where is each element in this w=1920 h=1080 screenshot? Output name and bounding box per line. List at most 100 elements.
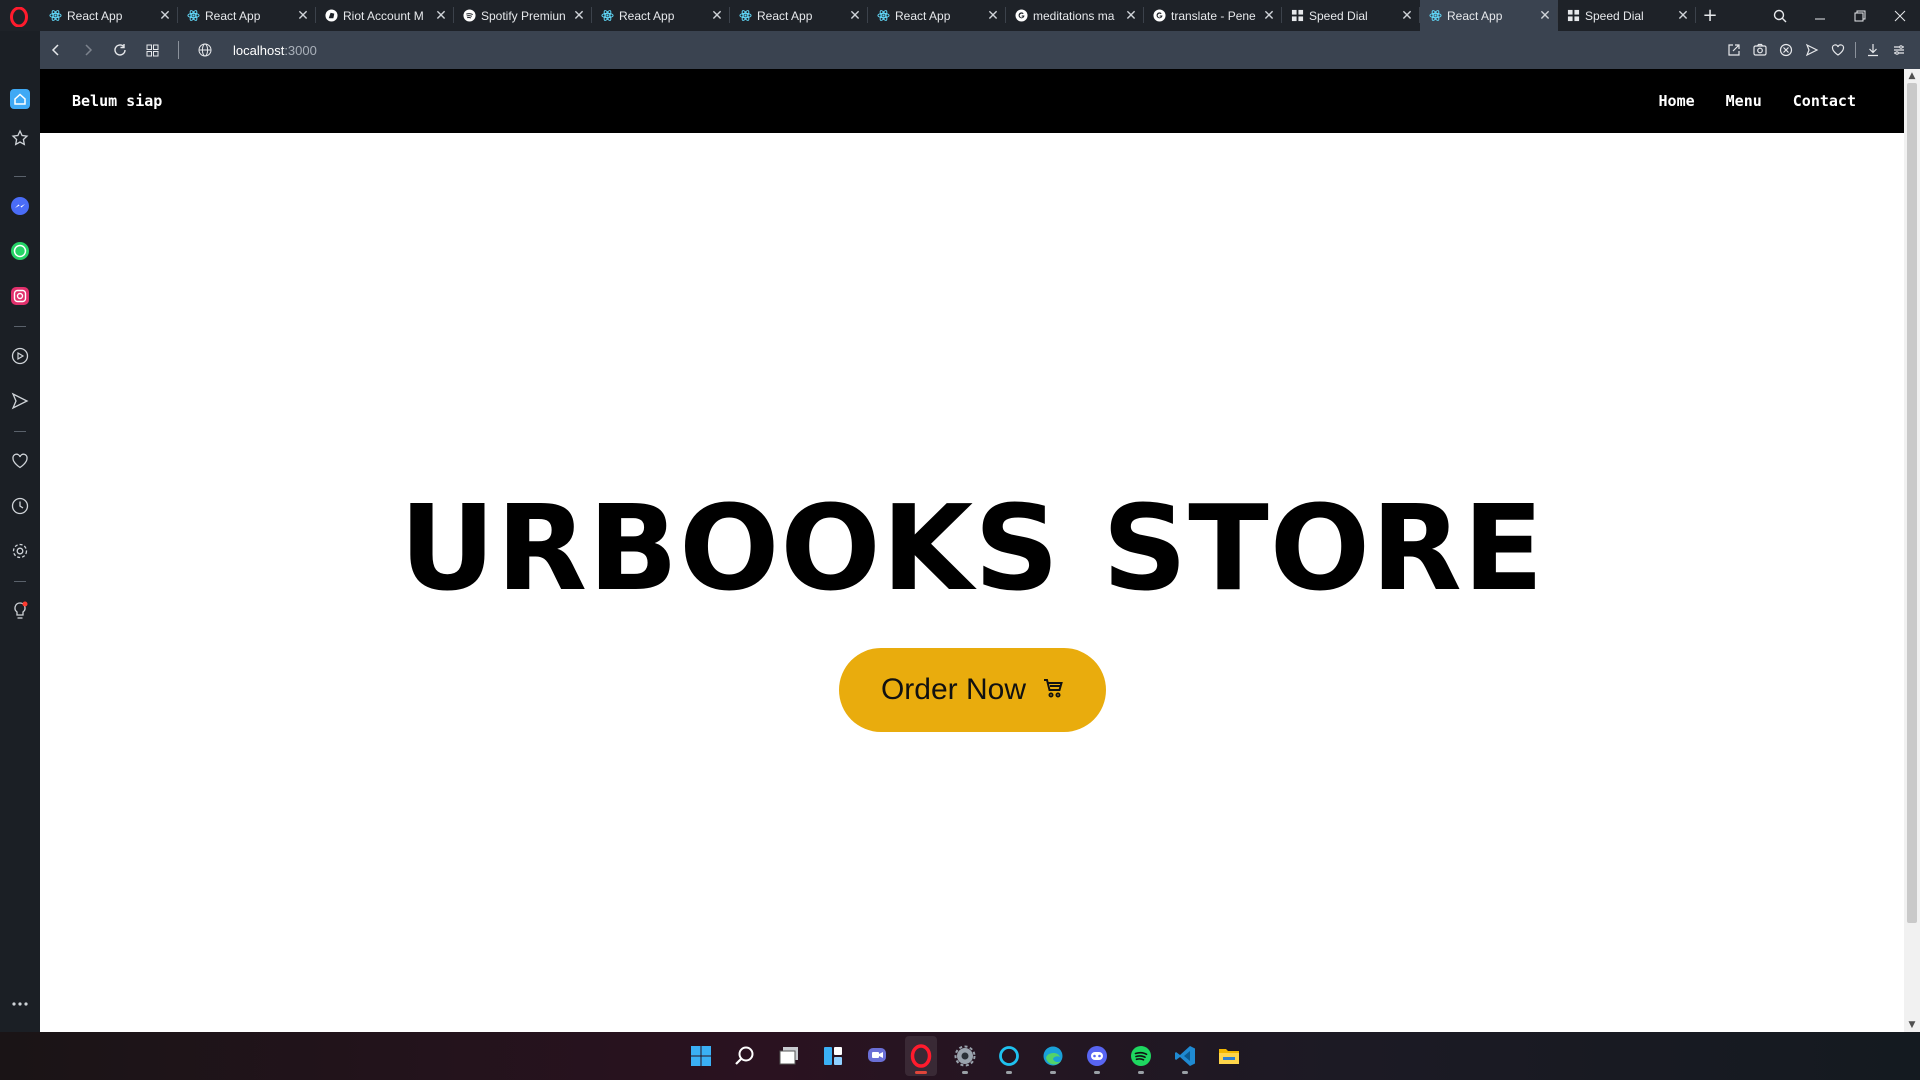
minimize-icon[interactable] bbox=[1800, 0, 1840, 31]
reload-icon[interactable] bbox=[104, 31, 136, 69]
back-icon[interactable] bbox=[40, 31, 72, 69]
easy-setup-icon[interactable] bbox=[1886, 31, 1912, 69]
browser-tab[interactable]: Spotify Premiun ✕ bbox=[454, 0, 592, 31]
nav-link-home[interactable]: Home bbox=[1659, 92, 1695, 110]
close-tab-icon[interactable]: ✕ bbox=[1676, 7, 1690, 24]
page-scrollbar[interactable]: ▲ ▼ bbox=[1904, 69, 1920, 1032]
tips-icon[interactable] bbox=[8, 599, 32, 623]
windows-taskbar bbox=[0, 1032, 1920, 1080]
forward-icon[interactable] bbox=[72, 31, 104, 69]
running-indicator bbox=[1050, 1071, 1056, 1074]
restore-icon[interactable] bbox=[1840, 0, 1880, 31]
close-tab-icon[interactable]: ✕ bbox=[1262, 7, 1276, 24]
running-indicator bbox=[1094, 1071, 1100, 1074]
widgets-icon[interactable] bbox=[817, 1036, 849, 1076]
tab-list: React App ✕ React App ✕ Riot Account M ✕ Spoti… bbox=[40, 0, 1724, 31]
browser-tab[interactable]: Riot Account M ✕ bbox=[316, 0, 454, 31]
scroll-down-icon[interactable]: ▼ bbox=[1904, 1018, 1920, 1032]
settings-icon[interactable] bbox=[8, 539, 32, 563]
site-nav-links: Home Menu Contact bbox=[1659, 92, 1856, 110]
browser-tab[interactable]: React App ✕ bbox=[592, 0, 730, 31]
close-tab-icon[interactable]: ✕ bbox=[986, 7, 1000, 24]
riot-icon bbox=[324, 9, 338, 23]
tab-title: React App bbox=[67, 8, 123, 23]
tab-title: React App bbox=[1447, 8, 1503, 23]
close-tab-icon[interactable]: ✕ bbox=[572, 7, 586, 24]
windows-start-icon[interactable] bbox=[685, 1036, 717, 1076]
browser-tab[interactable]: meditations ma ✕ bbox=[1006, 0, 1144, 31]
file-explorer-icon[interactable] bbox=[1213, 1036, 1245, 1076]
window-controls bbox=[1760, 0, 1920, 31]
spotify-icon[interactable] bbox=[1125, 1036, 1157, 1076]
whatsapp-icon[interactable] bbox=[8, 239, 32, 263]
close-tab-icon[interactable]: ✕ bbox=[1538, 7, 1552, 24]
toolbar-divider bbox=[178, 41, 179, 59]
browser-tab[interactable]: React App ✕ bbox=[868, 0, 1006, 31]
tab-title: React App bbox=[895, 8, 951, 23]
flow-send-icon[interactable] bbox=[1799, 31, 1825, 69]
scroll-thumb[interactable] bbox=[1907, 83, 1917, 923]
browser-tab[interactable]: Speed Dial ✕ bbox=[1282, 0, 1420, 31]
snapshot-icon[interactable] bbox=[1747, 31, 1773, 69]
alexa-icon[interactable] bbox=[993, 1036, 1025, 1076]
order-now-button[interactable]: Order Now bbox=[839, 648, 1106, 732]
order-now-label: Order Now bbox=[880, 673, 1027, 706]
react-icon bbox=[600, 9, 614, 23]
running-indicator bbox=[1138, 1071, 1144, 1074]
browser-tab[interactable]: React App ✕ bbox=[178, 0, 316, 31]
download-icon[interactable] bbox=[1860, 31, 1886, 69]
more-icon[interactable] bbox=[8, 992, 32, 1016]
search-tabs-icon[interactable] bbox=[1760, 0, 1800, 31]
edge-icon[interactable] bbox=[1037, 1036, 1069, 1076]
browser-tab[interactable]: Speed Dial ✕ bbox=[1558, 0, 1696, 31]
close-tab-icon[interactable]: ✕ bbox=[848, 7, 862, 24]
nav-link-menu[interactable]: Menu bbox=[1726, 92, 1762, 110]
sidebar-divider bbox=[14, 581, 26, 582]
scroll-up-icon[interactable]: ▲ bbox=[1904, 69, 1920, 83]
tab-title: Speed Dial bbox=[1585, 8, 1644, 23]
ad-blocker-icon[interactable] bbox=[1773, 31, 1799, 69]
close-tab-icon[interactable]: ✕ bbox=[1124, 7, 1138, 24]
tiles-icon[interactable] bbox=[136, 31, 168, 69]
task-view-icon[interactable] bbox=[773, 1036, 805, 1076]
browser-tab[interactable]: translate - Pene ✕ bbox=[1144, 0, 1282, 31]
messenger-icon[interactable] bbox=[8, 194, 32, 218]
globe-icon[interactable] bbox=[195, 40, 215, 60]
browser-tab[interactable]: React App ✕ bbox=[1420, 0, 1558, 31]
opera-logo-icon[interactable] bbox=[8, 6, 30, 28]
discord-icon[interactable] bbox=[1081, 1036, 1113, 1076]
share-icon[interactable] bbox=[1721, 31, 1747, 69]
close-tab-icon[interactable]: ✕ bbox=[1400, 7, 1414, 24]
heart-icon[interactable] bbox=[8, 449, 32, 473]
nav-link-contact[interactable]: Contact bbox=[1793, 92, 1856, 110]
site-brand[interactable]: Belum siap bbox=[72, 92, 162, 110]
vscode-icon[interactable] bbox=[1169, 1036, 1201, 1076]
home-icon[interactable] bbox=[8, 87, 32, 111]
url-host: localhost bbox=[233, 42, 285, 58]
react-icon bbox=[1428, 9, 1442, 23]
close-window-icon[interactable] bbox=[1880, 0, 1920, 31]
send-icon[interactable] bbox=[8, 389, 32, 413]
star-icon[interactable] bbox=[8, 126, 32, 150]
close-tab-icon[interactable]: ✕ bbox=[434, 7, 448, 24]
close-tab-icon[interactable]: ✕ bbox=[158, 7, 172, 24]
instagram-icon[interactable] bbox=[8, 284, 32, 308]
running-indicator bbox=[1182, 1071, 1188, 1074]
close-tab-icon[interactable]: ✕ bbox=[710, 7, 724, 24]
chat-icon[interactable] bbox=[861, 1036, 893, 1076]
browser-tab[interactable]: React App ✕ bbox=[730, 0, 868, 31]
address-bar: localhost:3000 bbox=[40, 31, 1920, 69]
close-tab-icon[interactable]: ✕ bbox=[296, 7, 310, 24]
opera-icon[interactable] bbox=[905, 1036, 937, 1076]
settings-icon[interactable] bbox=[949, 1036, 981, 1076]
speed-dial-icon bbox=[1566, 9, 1580, 23]
new-tab-button[interactable]: + bbox=[1696, 0, 1724, 31]
cart-icon bbox=[1042, 673, 1064, 707]
google-icon bbox=[1014, 9, 1028, 23]
browser-tab[interactable]: React App ✕ bbox=[40, 0, 178, 31]
search-icon[interactable] bbox=[729, 1036, 761, 1076]
url-field[interactable]: localhost:3000 bbox=[233, 43, 317, 58]
history-icon[interactable] bbox=[8, 494, 32, 518]
bookmark-heart-icon[interactable] bbox=[1825, 31, 1851, 69]
player-icon[interactable] bbox=[8, 344, 32, 368]
